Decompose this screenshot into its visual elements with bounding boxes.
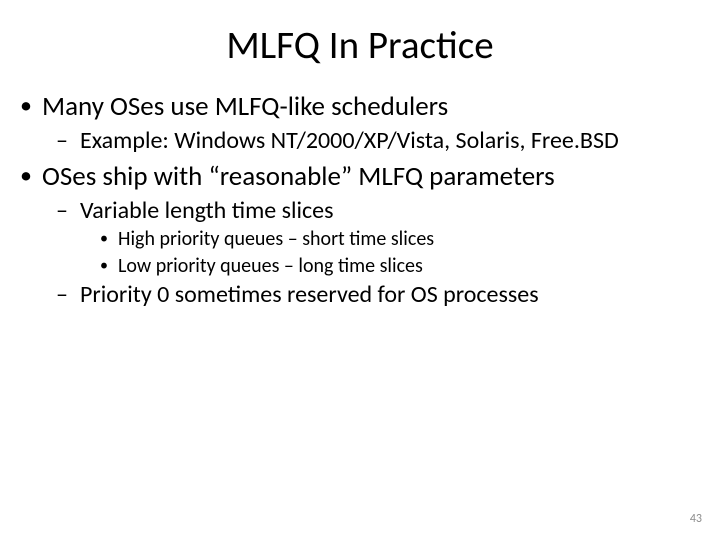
- bullet-list-level2: Variable length time slices High priorit…: [42, 196, 710, 309]
- bullet-text: OSes ship with “reasonable” MLFQ paramet…: [42, 160, 555, 193]
- bullet-list-level3: High priority queues – short time slices…: [80, 227, 710, 278]
- bullet-text: Priority 0 sometimes reserved for OS pro…: [80, 280, 539, 309]
- bullet-list-level1: Many OSes use MLFQ-like schedulers Examp…: [18, 91, 710, 309]
- bullet-item: Priority 0 sometimes reserved for OS pro…: [56, 280, 710, 309]
- page-number: 43: [690, 512, 702, 526]
- bullet-text: Low priority queues – long time slices: [118, 254, 423, 278]
- bullet-text: Variable length time slices: [80, 196, 334, 225]
- bullet-text: High priority queues – short time slices: [118, 227, 434, 251]
- bullet-list-level2: Example: Windows NT/2000/XP/Vista, Solar…: [42, 126, 710, 155]
- bullet-item: Example: Windows NT/2000/XP/Vista, Solar…: [56, 126, 710, 155]
- bullet-item: Variable length time slices High priorit…: [56, 196, 710, 278]
- slide: MLFQ In Practice Many OSes use MLFQ-like…: [0, 0, 720, 540]
- slide-content: Many OSes use MLFQ-like schedulers Examp…: [0, 91, 720, 309]
- bullet-item: Many OSes use MLFQ-like schedulers Examp…: [18, 91, 710, 155]
- bullet-item: Low priority queues – long time slices: [98, 254, 710, 278]
- bullet-item: High priority queues – short time slices: [98, 227, 710, 251]
- slide-title: MLFQ In Practice: [0, 0, 720, 85]
- bullet-item: OSes ship with “reasonable” MLFQ paramet…: [18, 161, 710, 309]
- bullet-text: Example: Windows NT/2000/XP/Vista, Solar…: [80, 126, 619, 155]
- bullet-text: Many OSes use MLFQ-like schedulers: [42, 90, 448, 123]
